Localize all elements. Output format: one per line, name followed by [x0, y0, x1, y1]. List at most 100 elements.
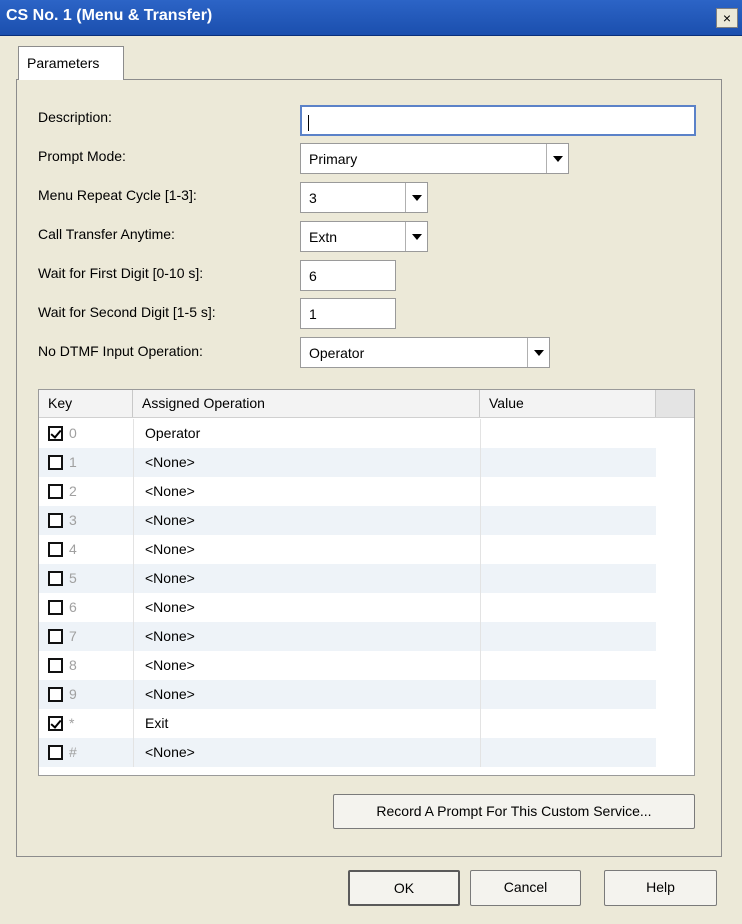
column-divider: [133, 506, 134, 535]
key-label: *: [69, 715, 75, 731]
second-digit-input[interactable]: 1: [300, 298, 396, 329]
key-checkbox[interactable]: [48, 745, 63, 760]
no-dtmf-select[interactable]: Operator: [300, 337, 550, 368]
assigned-operation-cell[interactable]: <None>: [145, 657, 195, 673]
column-divider: [133, 477, 134, 506]
key-checkbox[interactable]: [48, 629, 63, 644]
table-row[interactable]: 0 Operator: [39, 419, 656, 448]
key-checkbox[interactable]: [48, 571, 63, 586]
assigned-operation-cell[interactable]: <None>: [145, 570, 195, 586]
key-label: 3: [69, 512, 77, 528]
description-label: Description:: [38, 109, 112, 125]
column-divider: [133, 622, 134, 651]
call-transfer-label: Call Transfer Anytime:: [38, 226, 175, 242]
menu-repeat-select[interactable]: 3: [300, 182, 428, 213]
key-cell: 1: [39, 448, 133, 477]
table-row[interactable]: # <None>: [39, 738, 656, 767]
column-divider: [480, 564, 481, 593]
column-divider: [480, 622, 481, 651]
prompt-mode-select[interactable]: Primary: [300, 143, 569, 174]
chevron-down-icon[interactable]: [527, 338, 549, 367]
column-divider: [480, 448, 481, 477]
table-row[interactable]: 9 <None>: [39, 680, 656, 709]
assigned-operation-cell[interactable]: <None>: [145, 454, 195, 470]
key-checkbox[interactable]: [48, 600, 63, 615]
table-row[interactable]: 2 <None>: [39, 477, 656, 506]
key-checkbox[interactable]: [48, 484, 63, 499]
column-divider: [480, 738, 481, 767]
first-digit-input[interactable]: 6: [300, 260, 396, 291]
column-divider: [133, 535, 134, 564]
record-prompt-button[interactable]: Record A Prompt For This Custom Service.…: [333, 794, 695, 829]
key-checkbox[interactable]: [48, 658, 63, 673]
key-checkbox[interactable]: [48, 455, 63, 470]
key-label: 4: [69, 541, 77, 557]
column-divider: [480, 506, 481, 535]
description-input[interactable]: [300, 105, 696, 136]
header-filler: [656, 390, 694, 417]
chevron-down-icon[interactable]: [405, 183, 427, 212]
column-divider: [133, 738, 134, 767]
assigned-operation-cell[interactable]: <None>: [145, 744, 195, 760]
key-assignment-table[interactable]: Key Assigned Operation Value 0 Operator 1 <…: [38, 389, 695, 776]
column-divider: [480, 680, 481, 709]
table-row[interactable]: * Exit: [39, 709, 656, 738]
assigned-operation-cell[interactable]: <None>: [145, 599, 195, 615]
key-checkbox[interactable]: [48, 687, 63, 702]
key-checkbox[interactable]: [48, 513, 63, 528]
table-row[interactable]: 3 <None>: [39, 506, 656, 535]
column-header-value[interactable]: Value: [480, 390, 656, 417]
close-icon: ×: [722, 10, 732, 26]
key-label: 7: [69, 628, 77, 644]
assigned-operation-cell[interactable]: <None>: [145, 686, 195, 702]
second-digit-label: Wait for Second Digit [1-5 s]:: [38, 304, 216, 320]
chevron-down-icon[interactable]: [546, 144, 568, 173]
assigned-operation-cell[interactable]: <None>: [145, 512, 195, 528]
table-row[interactable]: 5 <None>: [39, 564, 656, 593]
key-cell: 2: [39, 477, 133, 506]
assigned-operation-cell[interactable]: Operator: [145, 425, 200, 441]
key-checkbox[interactable]: [48, 542, 63, 557]
prompt-mode-label: Prompt Mode:: [38, 148, 126, 164]
table-row[interactable]: 6 <None>: [39, 593, 656, 622]
key-checkbox[interactable]: [48, 426, 63, 441]
key-cell: 4: [39, 535, 133, 564]
column-divider: [133, 680, 134, 709]
column-divider: [133, 593, 134, 622]
assigned-operation-cell[interactable]: <None>: [145, 628, 195, 644]
text-caret: [308, 115, 309, 132]
column-header-key[interactable]: Key: [39, 390, 133, 417]
key-label: 0: [69, 425, 77, 441]
column-divider: [133, 448, 134, 477]
key-label: 1: [69, 454, 77, 470]
column-divider: [133, 419, 134, 448]
ok-button[interactable]: OK: [348, 870, 460, 906]
key-label: 9: [69, 686, 77, 702]
key-cell: 9: [39, 680, 133, 709]
assigned-operation-cell[interactable]: <None>: [145, 541, 195, 557]
close-button[interactable]: ×: [716, 8, 738, 28]
key-cell: #: [39, 738, 133, 767]
chevron-down-icon[interactable]: [405, 222, 427, 251]
column-divider: [480, 593, 481, 622]
title-bar: CS No. 1 (Menu & Transfer) ×: [0, 0, 742, 36]
key-label: 2: [69, 483, 77, 499]
column-divider: [480, 535, 481, 564]
column-divider: [480, 709, 481, 738]
key-cell: 3: [39, 506, 133, 535]
menu-repeat-label: Menu Repeat Cycle [1-3]:: [38, 187, 197, 203]
call-transfer-select[interactable]: Extn: [300, 221, 428, 252]
assigned-operation-cell[interactable]: Exit: [145, 715, 168, 731]
column-divider: [480, 477, 481, 506]
table-row[interactable]: 7 <None>: [39, 622, 656, 651]
column-header-operation[interactable]: Assigned Operation: [133, 390, 480, 417]
table-row[interactable]: 8 <None>: [39, 651, 656, 680]
help-button[interactable]: Help: [604, 870, 717, 906]
assigned-operation-cell[interactable]: <None>: [145, 483, 195, 499]
tab-parameters[interactable]: Parameters: [18, 46, 124, 80]
cancel-button[interactable]: Cancel: [470, 870, 581, 906]
table-header: Key Assigned Operation Value: [39, 390, 694, 418]
table-row[interactable]: 1 <None>: [39, 448, 656, 477]
key-checkbox[interactable]: [48, 716, 63, 731]
table-row[interactable]: 4 <None>: [39, 535, 656, 564]
